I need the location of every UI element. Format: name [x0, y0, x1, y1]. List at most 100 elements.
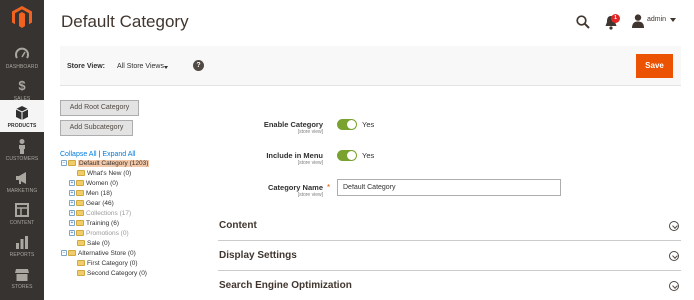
folder-icon	[77, 240, 85, 247]
tree-node-default-category[interactable]: − Default Category (1203)	[61, 159, 150, 169]
tree-node-women[interactable]: + Women (0)	[69, 179, 118, 189]
tree-node-label: Collections (17)	[86, 210, 132, 217]
tree-node-alternative-store[interactable]: − Alternative Store (0)	[61, 249, 136, 259]
add-root-category-button[interactable]: Add Root Category	[60, 100, 139, 116]
search-icon[interactable]	[576, 15, 590, 29]
sidebar-item-label: CUSTOMERS	[5, 156, 39, 162]
sidebar-item-products[interactable]: PRODUCTS	[0, 100, 44, 132]
folder-icon	[77, 260, 85, 267]
tree-node-label: Gear (46)	[86, 200, 114, 207]
enable-category-toggle[interactable]	[337, 119, 357, 130]
section-content[interactable]: Content	[218, 211, 681, 241]
sidebar-item-label: DASHBOARD	[5, 64, 39, 70]
sidebar-item-label: MARKETING	[6, 188, 38, 194]
category-name-input[interactable]	[337, 179, 561, 196]
tree-controls: Collapse All | Expand All	[60, 151, 136, 158]
folder-icon	[76, 190, 84, 197]
sidebar-item-label: PRODUCTS	[7, 123, 37, 129]
include-in-menu-scope: [store view]	[297, 160, 323, 166]
chevron-down-circle-icon[interactable]	[669, 281, 679, 291]
section-title: Display Settings	[219, 250, 297, 261]
sidebar-item-label: CONTENT	[9, 220, 35, 226]
section-title: Content	[219, 220, 257, 231]
user-icon[interactable]	[632, 14, 644, 28]
layout-icon	[15, 203, 29, 217]
section-search-engine-optimization[interactable]: Search Engine Optimization	[218, 271, 681, 300]
tree-node-sale[interactable]: Sale (0)	[77, 239, 110, 249]
tree-expand-toggle[interactable]: +	[69, 210, 75, 217]
help-icon[interactable]: ?	[193, 60, 204, 71]
magento-logo-icon[interactable]	[12, 6, 32, 28]
folder-icon	[76, 220, 84, 227]
folder-icon	[76, 180, 84, 187]
tree-expand-toggle[interactable]: +	[69, 220, 75, 227]
tree-node-label: Promotions (0)	[86, 230, 129, 237]
section-display-settings[interactable]: Display Settings	[218, 241, 681, 271]
tree-node-label: Sale (0)	[87, 240, 110, 247]
enable-category-label: Enable Category	[263, 120, 323, 129]
enable-category-value: Yes	[362, 120, 375, 129]
admin-user-menu[interactable]: admin	[647, 16, 666, 23]
expand-all-link[interactable]: Expand All	[102, 151, 135, 158]
tree-node-label: First Category (0)	[87, 260, 138, 267]
tree-expand-toggle[interactable]: +	[69, 230, 75, 237]
chevron-down-icon[interactable]	[670, 18, 676, 22]
store-view-bar: Store View: All Store Views ? Save	[60, 46, 681, 86]
tree-node-label: Training (6)	[86, 220, 119, 227]
enable-category-scope: [store view]	[297, 129, 323, 135]
tree-node-first-category[interactable]: First Category (0)	[77, 259, 138, 269]
include-in-menu-value: Yes	[362, 151, 375, 160]
tree-node-label: Second Category (0)	[87, 270, 147, 277]
speedometer-icon	[15, 47, 29, 59]
tree-node-label: Men (18)	[86, 190, 113, 197]
folder-icon	[77, 270, 85, 277]
include-in-menu-toggle[interactable]	[337, 150, 357, 161]
box-icon	[15, 106, 29, 120]
sidebar-item-label: REPORTS	[9, 252, 35, 258]
store-view-label: Store View:	[67, 63, 105, 70]
folder-icon	[77, 170, 85, 177]
category-name-label: Category Name	[267, 183, 323, 192]
store-view-switcher[interactable]: All Store Views	[117, 63, 164, 70]
section-title: Search Engine Optimization	[219, 280, 352, 291]
admin-sidebar: DASHBOARD $ SALES PRODUCTS CUSTOMERS MAR…	[0, 0, 44, 300]
add-subcategory-button[interactable]: Add Subcategory	[60, 120, 133, 136]
tree-node-label: Women (0)	[86, 180, 119, 187]
category-name-scope: [store view]	[297, 192, 323, 198]
required-asterisk: *	[327, 183, 331, 192]
chevron-down-circle-icon[interactable]	[669, 221, 679, 231]
folder-icon	[76, 200, 84, 207]
folder-icon	[76, 210, 84, 217]
megaphone-icon	[16, 172, 26, 184]
tree-node-collections[interactable]: + Collections (17)	[69, 209, 131, 219]
chevron-down-icon[interactable]	[164, 66, 168, 69]
tree-node-label: Default Category (1203)	[78, 160, 150, 167]
include-in-menu-label: Include in Menu	[266, 151, 323, 160]
tree-collapse-toggle[interactable]: −	[61, 160, 67, 167]
tree-node-second-category[interactable]: Second Category (0)	[77, 269, 147, 279]
tree-node-men[interactable]: + Men (18)	[69, 189, 112, 199]
sidebar-item-stores[interactable]: STORES	[0, 260, 44, 298]
folder-icon	[68, 160, 76, 167]
tree-node-promotions[interactable]: + Promotions (0)	[69, 229, 129, 239]
save-button[interactable]: Save	[636, 54, 673, 78]
page-title: Default Category	[61, 12, 189, 31]
tree-collapse-toggle[interactable]: −	[61, 250, 67, 257]
sidebar-item-label: STORES	[11, 284, 33, 290]
folder-icon	[76, 230, 84, 237]
tree-expand-toggle[interactable]: +	[69, 190, 75, 197]
tree-node-gear[interactable]: + Gear (46)	[69, 199, 114, 209]
tree-node-label: What's New (0)	[87, 170, 132, 177]
dollar-icon: $	[18, 78, 26, 93]
person-icon	[19, 139, 25, 154]
bar-chart-icon	[16, 236, 28, 249]
tree-node-label: Alternative Store (0)	[78, 250, 136, 257]
tree-node-whats-new[interactable]: What's New (0)	[77, 169, 131, 179]
notification-badge[interactable]: 1	[611, 14, 620, 23]
chevron-down-circle-icon[interactable]	[669, 251, 679, 261]
collapse-all-link[interactable]: Collapse All	[60, 151, 97, 158]
tree-expand-toggle[interactable]: +	[69, 180, 75, 187]
folder-icon	[68, 250, 76, 257]
tree-expand-toggle[interactable]: +	[69, 200, 75, 207]
tree-node-training[interactable]: + Training (6)	[69, 219, 119, 229]
